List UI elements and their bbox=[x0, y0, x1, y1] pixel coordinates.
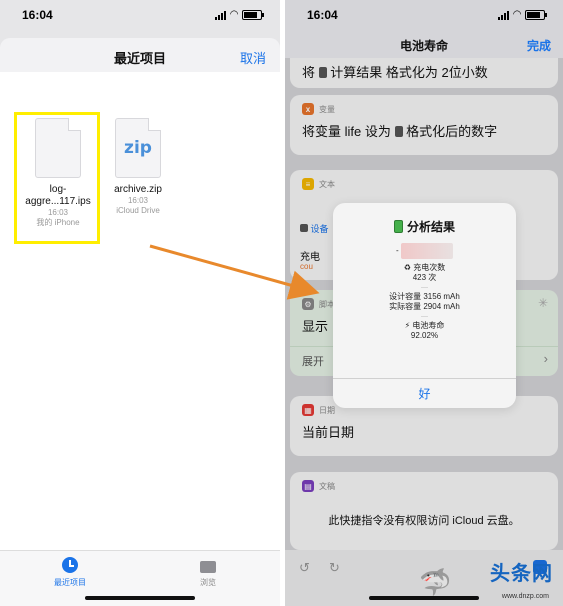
shortcut-title: 电池寿命 bbox=[399, 39, 448, 53]
cancel-button[interactable]: 取消 bbox=[240, 48, 266, 67]
zip-icon-label: zip bbox=[124, 138, 152, 158]
battery-icon bbox=[242, 9, 264, 20]
tab-bar: 最近项目 浏览 bbox=[0, 550, 280, 606]
charge-count-value: 423 次 bbox=[412, 273, 437, 282]
file-picker-screen: 16:04 ◠ 最近项目 取消 搜索 log- aggre...117.ips … bbox=[0, 0, 280, 606]
alert-device-line: - bbox=[333, 243, 516, 259]
ok-button[interactable]: 好 bbox=[333, 378, 516, 408]
page-title: 最近项目 bbox=[113, 51, 166, 66]
alert-dash: - bbox=[396, 246, 399, 256]
file-name: archive.zip bbox=[114, 184, 162, 195]
alert-divider: — bbox=[421, 313, 428, 320]
done-button[interactable]: 完成 bbox=[527, 37, 551, 54]
status-bar: 16:04 ◠ bbox=[285, 0, 563, 30]
battery-health-value: 92.02% bbox=[410, 331, 439, 340]
wifi-icon: ◠ bbox=[513, 9, 521, 20]
clock-icon bbox=[62, 557, 78, 573]
shortcut-editor-screen: 16:04 ◠ 电池寿命 完成 将 计算结果 格式化为 2位小数 x 变量 将变量… bbox=[285, 0, 563, 606]
result-alert: 分析结果 - ♻ 充电次数 423 次 — 设计容量 3156 mAh 实际容量… bbox=[333, 203, 516, 408]
charge-count-label: ♻ 充电次数 bbox=[403, 263, 446, 272]
highlight-box bbox=[14, 112, 100, 244]
alert-divider: — bbox=[421, 284, 428, 291]
actual-capacity: 实际容量 2904 mAh bbox=[389, 302, 460, 311]
status-bar: 16:04 ◠ bbox=[0, 0, 280, 30]
home-indicator bbox=[85, 596, 195, 600]
tab-label: 最近项目 bbox=[54, 578, 86, 587]
status-icons: ◠ bbox=[215, 9, 264, 20]
folder-icon bbox=[200, 561, 216, 573]
watermark: 🦈 头条网 www.dnzp.com bbox=[419, 554, 559, 604]
alert-title-text: 分析结果 bbox=[406, 220, 455, 234]
signal-icon bbox=[498, 10, 510, 20]
watermark-text: 头条网 bbox=[490, 561, 553, 585]
shark-logo-icon: 🦈 bbox=[419, 567, 452, 597]
battery-health-label: ⚡ 电池寿命 bbox=[404, 321, 445, 330]
status-time: 16:04 bbox=[22, 8, 53, 22]
watermark-url: www.dnzp.com bbox=[501, 593, 549, 600]
battery-icon bbox=[525, 9, 547, 20]
tab-recents[interactable]: 最近项目 bbox=[40, 557, 100, 588]
tab-label: 浏览 bbox=[200, 578, 216, 587]
status-time: 16:04 bbox=[307, 8, 338, 22]
battery-icon bbox=[393, 220, 403, 233]
redacted-block bbox=[400, 243, 453, 259]
design-capacity: 设计容量 3156 mAh bbox=[389, 292, 460, 301]
signal-icon bbox=[215, 10, 227, 20]
zip-icon: zip bbox=[115, 118, 161, 178]
nav-bar: 电池寿命 完成 bbox=[285, 30, 563, 58]
wifi-icon: ◠ bbox=[230, 9, 238, 20]
tab-browse[interactable]: 浏览 bbox=[178, 557, 238, 588]
status-icons: ◠ bbox=[498, 9, 547, 20]
file-location: iCloud Drive bbox=[116, 206, 160, 215]
alert-title: 分析结果 bbox=[333, 218, 516, 235]
file-item-archive[interactable]: zip archive.zip 16:03 iCloud Drive bbox=[96, 118, 180, 216]
file-time: 16:03 bbox=[127, 196, 149, 205]
